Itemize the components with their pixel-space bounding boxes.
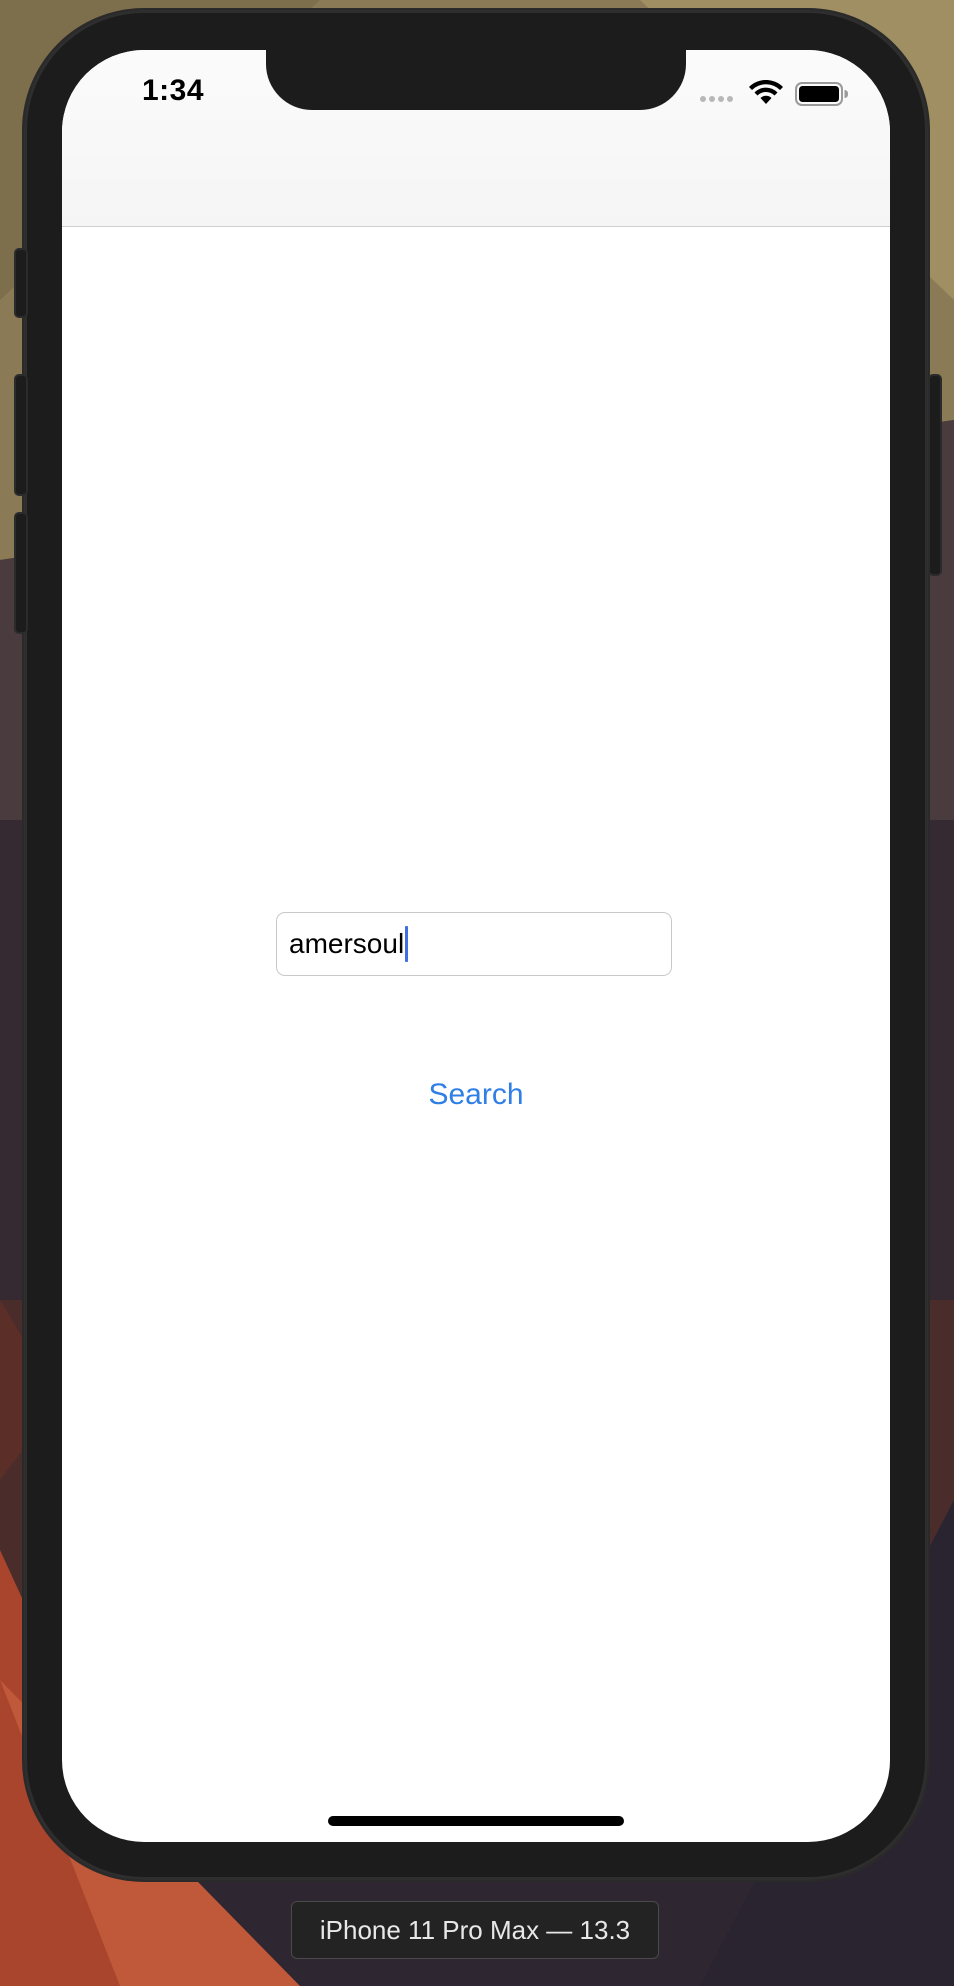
- simulator-device-label: iPhone 11 Pro Max — 13.3: [291, 1901, 659, 1959]
- wifi-icon: [749, 80, 783, 104]
- signal-dots-icon: [700, 96, 733, 102]
- text-cursor: [405, 926, 409, 962]
- search-input[interactable]: amersoul: [276, 912, 672, 976]
- silent-switch: [14, 248, 28, 318]
- power-button: [928, 374, 942, 576]
- volume-down-button: [14, 512, 28, 634]
- device-screen: 1:34 amersoul Search: [62, 50, 890, 1842]
- battery-icon: [795, 82, 848, 106]
- search-button[interactable]: Search: [376, 1070, 576, 1120]
- search-input-value: amersoul: [289, 928, 405, 959]
- home-indicator[interactable]: [328, 1816, 624, 1826]
- status-time: 1:34: [142, 74, 205, 107]
- volume-up-button: [14, 374, 28, 496]
- notch: [266, 50, 686, 110]
